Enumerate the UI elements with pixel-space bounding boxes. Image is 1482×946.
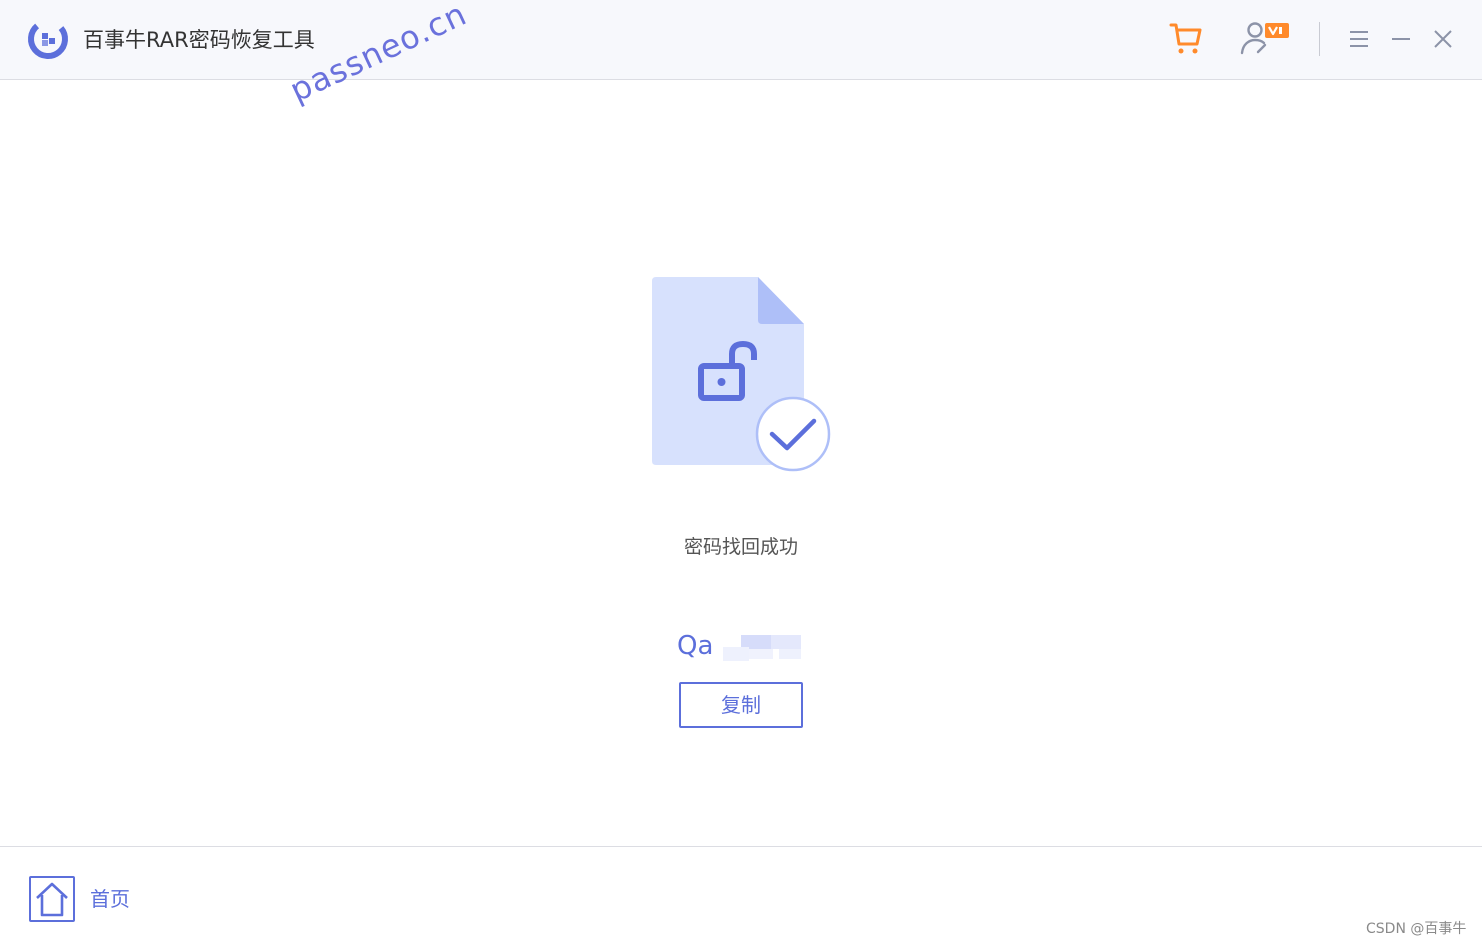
password-value: Qa xyxy=(677,631,714,661)
close-icon[interactable] xyxy=(1432,28,1454,50)
csdn-credit: CSDN @百事牛 xyxy=(1366,921,1467,937)
app-window: 百事牛RAR密码恢复工具 passneo.cn 密码找回成功 Qa 复制 首页 … xyxy=(0,0,1482,946)
app-logo-icon xyxy=(28,19,68,59)
title-bar: 百事牛RAR密码恢复工具 xyxy=(0,0,1482,80)
app-title: 百事牛RAR密码恢复工具 xyxy=(83,28,315,52)
home-button[interactable] xyxy=(29,876,75,922)
home-icon xyxy=(36,882,68,917)
titlebar-divider xyxy=(1319,22,1320,56)
home-label[interactable]: 首页 xyxy=(90,884,130,914)
check-circle-icon xyxy=(755,396,831,472)
recovered-password: Qa xyxy=(677,628,807,664)
user-vip-icon[interactable] xyxy=(1238,20,1290,56)
unlocked-file-icon xyxy=(652,277,831,472)
copy-button[interactable]: 复制 xyxy=(679,682,803,728)
menu-icon[interactable] xyxy=(1348,28,1370,50)
password-mosaic-mask xyxy=(713,631,803,663)
cart-icon[interactable] xyxy=(1168,20,1204,56)
minimize-icon[interactable] xyxy=(1390,28,1412,50)
success-message: 密码找回成功 xyxy=(683,536,798,558)
footer-divider xyxy=(0,846,1482,847)
